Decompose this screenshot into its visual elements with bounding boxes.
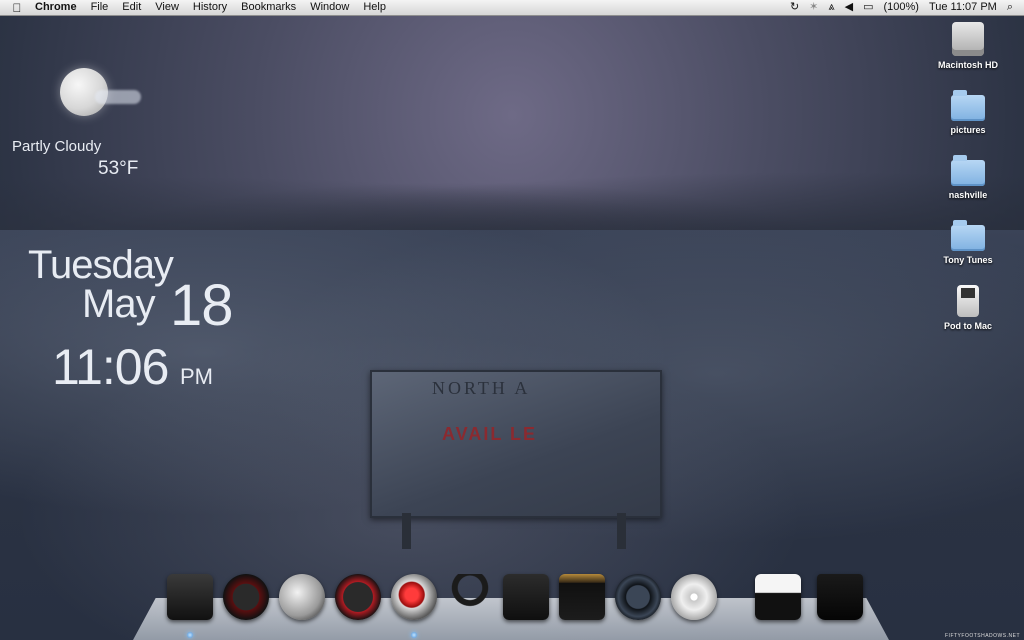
- stack-icon: [755, 574, 801, 620]
- dock-item-finder[interactable]: [165, 572, 215, 622]
- time-machine-icon: [615, 574, 661, 620]
- dock-item-chrome[interactable]: [389, 572, 439, 622]
- clock-ampm: PM: [180, 364, 213, 389]
- desktop-icon-label: pictures: [950, 125, 986, 135]
- billboard-post-right: [617, 513, 626, 549]
- desktop-icon-pod-to-mac[interactable]: Pod to Mac: [923, 285, 1013, 331]
- menu-bar:  Chrome File Edit View History Bookmark…: [0, 0, 1024, 16]
- wifi-icon[interactable]: ⩓: [823, 0, 839, 15]
- dvd-player-icon: [671, 574, 717, 620]
- dock-running-indicator: [187, 632, 193, 638]
- menu-bar-left:  Chrome File Edit View History Bookmark…: [0, 0, 393, 15]
- apple-menu-icon[interactable]: : [6, 1, 28, 15]
- billboard-line-1: NORTH A: [432, 378, 531, 398]
- menu-file[interactable]: File: [84, 0, 116, 15]
- desktop-icon-label: nashville: [948, 190, 988, 200]
- dashboard-icon: [223, 574, 269, 620]
- desktop-icon-macintosh-hd[interactable]: Macintosh HD: [923, 22, 1013, 70]
- volume-icon[interactable]: ◀: [840, 0, 858, 15]
- battery-percent[interactable]: (100%): [878, 0, 923, 15]
- desktop-icon-label: Tony Tunes: [943, 255, 993, 265]
- dock-item-amp[interactable]: [557, 572, 607, 622]
- folder-icon: [951, 90, 985, 121]
- clock-time: 11:06: [52, 339, 169, 395]
- weather-temperature: 53°F: [98, 158, 139, 179]
- menu-history[interactable]: History: [186, 0, 234, 15]
- menu-window[interactable]: Window: [303, 0, 356, 15]
- weather-condition: Partly Cloudy: [12, 138, 102, 155]
- menu-view[interactable]: View: [148, 0, 186, 15]
- desktop-icon-nashville[interactable]: nashville: [923, 155, 1013, 200]
- menu-help[interactable]: Help: [356, 0, 393, 15]
- desktop-icon-label: Macintosh HD: [937, 60, 998, 70]
- dock-item-headphones[interactable]: [445, 572, 495, 622]
- safari-compass-icon: [335, 574, 381, 620]
- bluetooth-icon[interactable]: ✶: [804, 0, 823, 15]
- dock-item-iphoto[interactable]: [501, 572, 551, 622]
- folder-icon: [951, 220, 985, 251]
- billboard-post-left: [402, 513, 411, 549]
- desktop-icon-label: Pod to Mac: [943, 321, 992, 331]
- headphones-icon: [447, 574, 493, 620]
- desktop-icon-pictures[interactable]: pictures: [923, 90, 1013, 135]
- camera-icon: [503, 574, 549, 620]
- ipod-icon: [957, 285, 979, 317]
- hard-drive-icon: [952, 22, 984, 56]
- amplifier-icon: [559, 574, 605, 620]
- clock-month: May: [82, 282, 156, 326]
- spotlight-search-icon[interactable]: ⌕: [1002, 0, 1018, 15]
- dock-item-time-machine[interactable]: [613, 572, 663, 622]
- dock-item-downloads-stack[interactable]: [753, 572, 803, 622]
- time-machine-icon[interactable]: ↻: [785, 0, 804, 15]
- folder-icon: [951, 155, 985, 186]
- dock-item-trash[interactable]: [815, 572, 865, 622]
- menu-bar-status: ↻ ✶ ⩓ ◀ ▭ (100%) Tue 11:07 PM ⌕: [785, 0, 1024, 15]
- wallpaper-credit: FIFTYFOOTSHADOWS.NET: [945, 633, 1020, 639]
- cloud-icon: [95, 90, 141, 104]
- clock-date: 18: [170, 273, 234, 338]
- firefox-icon: [279, 574, 325, 620]
- wallpaper-billboard: NORTH A AVAIL LE: [370, 370, 662, 518]
- menu-clock[interactable]: Tue 11:07 PM: [924, 0, 1002, 15]
- menu-edit[interactable]: Edit: [115, 0, 148, 15]
- battery-icon[interactable]: ▭: [858, 0, 878, 15]
- dock-item-safari[interactable]: [333, 572, 383, 622]
- billboard-line-2: AVAIL LE: [442, 424, 538, 444]
- chrome-icon: [391, 574, 437, 620]
- dock-item-dashboard[interactable]: [221, 572, 271, 622]
- dock-item-dvd-player[interactable]: [669, 572, 719, 622]
- trash-icon: [817, 574, 863, 620]
- dock-item-firefox[interactable]: [277, 572, 327, 622]
- desktop-icon-tony-tunes[interactable]: Tony Tunes: [923, 220, 1013, 265]
- app-menu[interactable]: Chrome: [28, 0, 84, 15]
- finder-icon: [167, 574, 213, 620]
- menu-bookmarks[interactable]: Bookmarks: [234, 0, 303, 15]
- dock-running-indicator: [411, 632, 417, 638]
